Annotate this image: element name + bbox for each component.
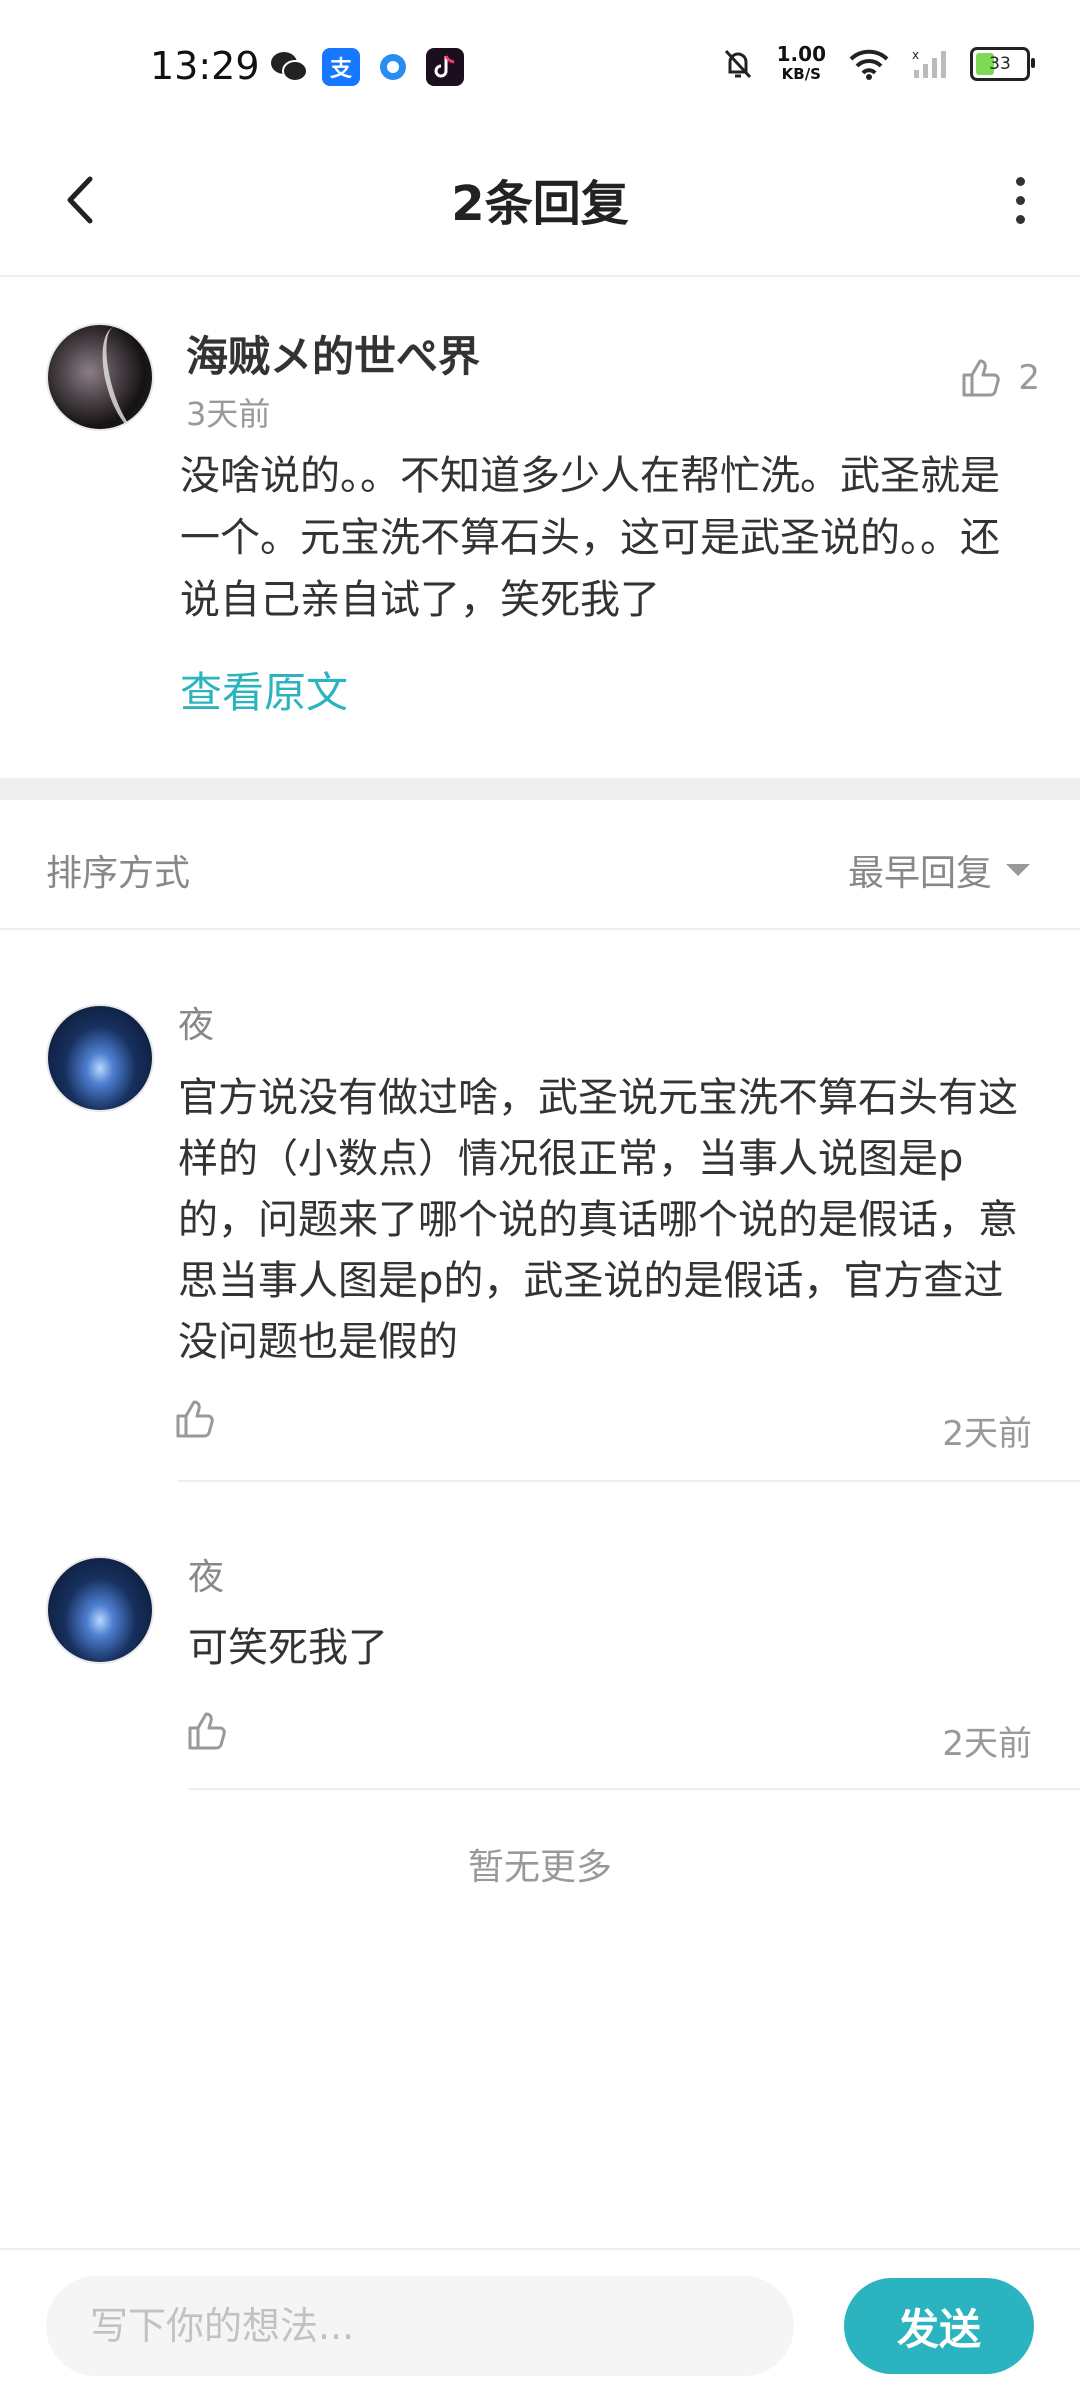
svg-text:x: x bbox=[912, 48, 919, 62]
more-dot bbox=[1015, 195, 1025, 205]
sort-row: 排序方式 最早回复 bbox=[0, 800, 1080, 930]
reply-time: 2天前 bbox=[942, 1724, 1032, 1764]
net-speed: 1.00 KB/S bbox=[776, 42, 826, 83]
wechat-icon bbox=[270, 48, 308, 86]
thumbs-up-icon bbox=[962, 359, 1001, 397]
reply-item: 夜 官方说没有做过啥，武圣说元宝洗不算石头有这样的（小数点）情况很正常，当事人说… bbox=[0, 928, 1080, 1484]
reply-divider bbox=[188, 1788, 1080, 1790]
status-time: 13:29 bbox=[150, 44, 260, 88]
main-comment-time: 3天前 bbox=[186, 395, 271, 433]
nav-bar: 2条回复 bbox=[0, 130, 1080, 277]
reply-username[interactable]: 夜 bbox=[188, 1548, 224, 1600]
dropdown-arrow-icon bbox=[1006, 864, 1030, 876]
main-comment: 海贼メ的世ぺ界 3天前 2 没啥说的。。不知道多少人在帮忙洗。武圣就是一个。元宝… bbox=[0, 277, 1080, 777]
main-comment-like-count: 2 bbox=[1018, 358, 1040, 398]
tiktok-icon bbox=[426, 48, 464, 86]
bell-mute-icon bbox=[724, 49, 751, 79]
reply-username[interactable]: 夜 bbox=[178, 996, 214, 1048]
reply-like-button[interactable] bbox=[184, 1708, 244, 1768]
view-original-link[interactable]: 查看原文 bbox=[180, 659, 348, 720]
battery-icon: 33 bbox=[970, 47, 1035, 81]
signal-icon: x bbox=[912, 48, 946, 78]
avatar[interactable] bbox=[46, 323, 154, 431]
reply-body: 官方说没有做过啥，武圣说元宝洗不算石头有这样的（小数点）情况很正常，当事人说图是… bbox=[178, 1075, 1018, 1365]
no-more-text: 暂无更多 bbox=[467, 1847, 612, 1888]
reply-item: 夜 可笑死我了 2天前 bbox=[0, 1484, 1080, 1792]
wifi-icon bbox=[849, 49, 889, 80]
avatar[interactable] bbox=[46, 1004, 154, 1112]
reply-divider bbox=[178, 1480, 1080, 1482]
sort-label: 排序方式 bbox=[46, 853, 191, 894]
reply-body: 可笑死我了 bbox=[188, 1625, 388, 1671]
sort-dropdown[interactable]: 最早回复 bbox=[848, 844, 1030, 896]
reply-time: 2天前 bbox=[942, 1414, 1032, 1454]
comment-input[interactable] bbox=[46, 2276, 794, 2376]
main-comment-body: 没啥说的。。不知道多少人在帮忙洗。武圣就是一个。元宝洗不算石头，这可是武圣说的。… bbox=[180, 453, 1000, 623]
browser-icon bbox=[374, 48, 412, 86]
main-comment-username[interactable]: 海贼メ的世ぺ界 bbox=[186, 323, 480, 384]
section-divider bbox=[0, 778, 1080, 800]
thumbs-up-icon bbox=[176, 1400, 214, 1438]
more-dot bbox=[1015, 214, 1025, 224]
thumbs-up-icon bbox=[188, 1712, 226, 1750]
more-dot bbox=[1015, 176, 1025, 186]
status-right: 1.00 KB/S x 33 bbox=[721, 42, 1035, 84]
page-title: 2条回复 bbox=[451, 176, 629, 232]
more-options-button[interactable] bbox=[990, 160, 1050, 240]
sort-selected-value: 最早回复 bbox=[847, 853, 992, 894]
status-bar: 13:29 支 1.00 KB/S x 33 bbox=[0, 0, 1080, 130]
alipay-icon: 支 bbox=[322, 48, 360, 86]
avatar[interactable] bbox=[46, 1556, 154, 1664]
comment-composer: 发送 bbox=[0, 2248, 1080, 2402]
reply-like-button[interactable] bbox=[172, 1396, 232, 1456]
main-comment-like-button[interactable]: 2 bbox=[958, 355, 1040, 401]
send-button[interactable]: 发送 bbox=[844, 2278, 1034, 2374]
